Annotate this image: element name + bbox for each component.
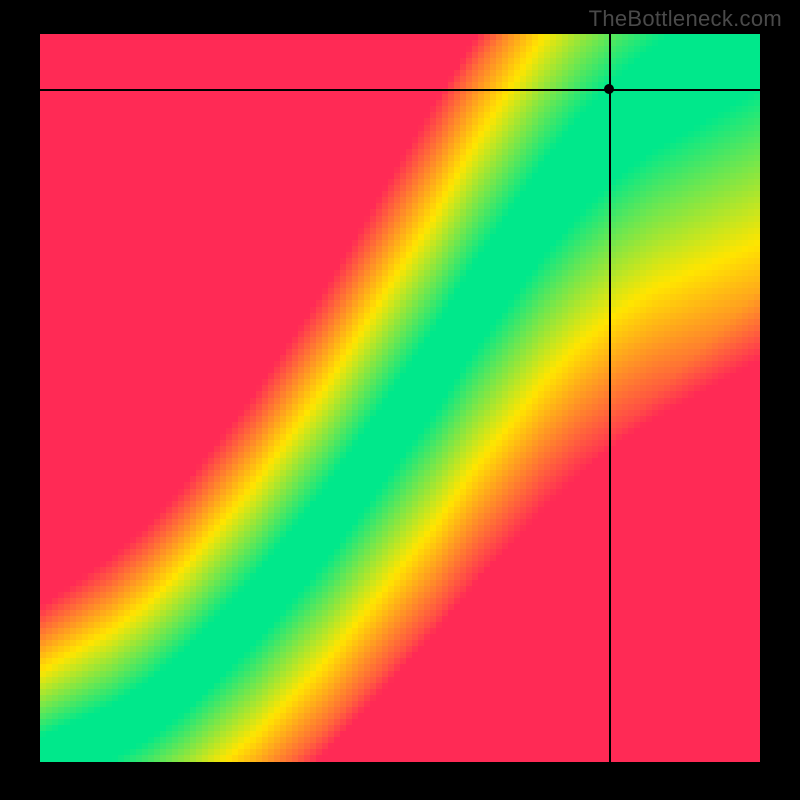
plot-area [40, 34, 760, 762]
heatmap-canvas [40, 34, 760, 762]
marker-point [604, 84, 614, 94]
crosshair-horizontal [40, 89, 760, 91]
chart-container: TheBottleneck.com [0, 0, 800, 800]
watermark-text: TheBottleneck.com [589, 6, 782, 32]
crosshair-vertical [609, 34, 611, 762]
